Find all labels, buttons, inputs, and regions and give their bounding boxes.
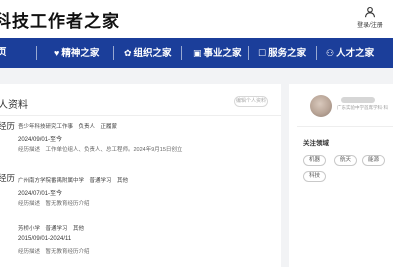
section-label-education: 经历 <box>0 173 16 183</box>
profile-card: 人资料 编辑个人资料 经历 吾少年科技研究工作事 负责人 正履蒙 2024/09… <box>0 84 281 267</box>
experience-date: 2024/09/01-至今 <box>18 137 63 143</box>
briefcase-icon: ▣ <box>193 48 202 58</box>
user-name-blurred <box>341 97 375 103</box>
nav-item-organization-label: 组织之家 <box>133 48 172 59</box>
nav-item-home[interactable]: 页 <box>0 38 7 68</box>
talent-icon: ⚇ <box>326 48 335 58</box>
experience-description: 经历描述 暂无教育经历介绍 <box>18 249 90 255</box>
heart-icon: ♥ <box>54 48 60 58</box>
main-nav: 页 ♥ 精神之家 ✿ 组织之家 ▣ 事业之家 ☐ 服务之家 ⚇ 人才之家 <box>0 38 393 68</box>
edit-profile-button[interactable]: 编辑个人资料 <box>234 96 268 107</box>
nav-separator <box>113 46 114 60</box>
nav-item-career-label: 事业之家 <box>203 48 242 59</box>
interest-tag[interactable]: 科技 <box>303 171 327 182</box>
nav-separator <box>181 46 182 60</box>
divider <box>0 115 281 116</box>
nav-separator <box>36 46 37 60</box>
avatar[interactable] <box>310 95 332 117</box>
nav-separator <box>316 46 317 60</box>
experience-description: 经历描述 工作单位组人、负责人、总工程师。2024年9月15日创立 <box>18 147 183 153</box>
nav-item-home-label: 页 <box>0 47 7 58</box>
nav-item-organization[interactable]: ✿ 组织之家 <box>124 38 172 68</box>
section-label-work: 经历 <box>0 121 16 131</box>
interest-fields-title: 关注领域 <box>303 140 329 147</box>
top-header: 科技工作者之家 登录/注册 <box>0 0 393 38</box>
nav-item-spirit[interactable]: ♥ 精神之家 <box>54 38 99 68</box>
experience-date: 2024/07/01-至今 <box>18 191 63 197</box>
nav-item-spirit-label: 精神之家 <box>61 48 100 59</box>
experience-org-line: 吾少年科技研究工作事 负责人 正履蒙 <box>18 124 118 130</box>
interest-tag[interactable]: 机器 <box>303 155 327 166</box>
user-icon <box>364 6 376 18</box>
divider <box>297 126 393 127</box>
nav-item-service-label: 服务之家 <box>268 48 307 59</box>
nav-item-talent-label: 人才之家 <box>336 48 375 59</box>
login-label: 登录/注册 <box>357 23 383 29</box>
service-icon: ☐ <box>258 48 267 58</box>
nav-separator <box>248 46 249 60</box>
interest-tag[interactable]: 能源 <box>362 155 386 166</box>
site-title[interactable]: 科技工作者之家 <box>0 7 120 32</box>
login-button[interactable]: 登录/注册 <box>353 6 387 29</box>
experience-org-line: 广州南方学院番禺附属中学 普通学习 其他 <box>18 178 129 184</box>
profile-card-title: 人资料 <box>0 100 28 111</box>
interest-tag[interactable]: 航天 <box>334 155 358 166</box>
user-subtitle: 广东实验中学首席学科·科 <box>337 105 388 110</box>
experience-description: 经历描述 暂无教育经历介绍 <box>18 201 90 207</box>
experience-date: 2015/09/01-2024/11 <box>18 236 72 242</box>
user-summary-card: 广东实验中学首席学科·科 关注领域 机器 航天 能源 科技 <box>289 84 393 267</box>
nav-item-career[interactable]: ▣ 事业之家 <box>193 38 242 68</box>
flower-icon: ✿ <box>124 48 132 58</box>
experience-org-line: 芳桥小学 普通学习 其他 <box>18 226 85 232</box>
nav-item-talent[interactable]: ⚇ 人才之家 <box>326 38 374 68</box>
nav-item-service[interactable]: ☐ 服务之家 <box>258 38 306 68</box>
